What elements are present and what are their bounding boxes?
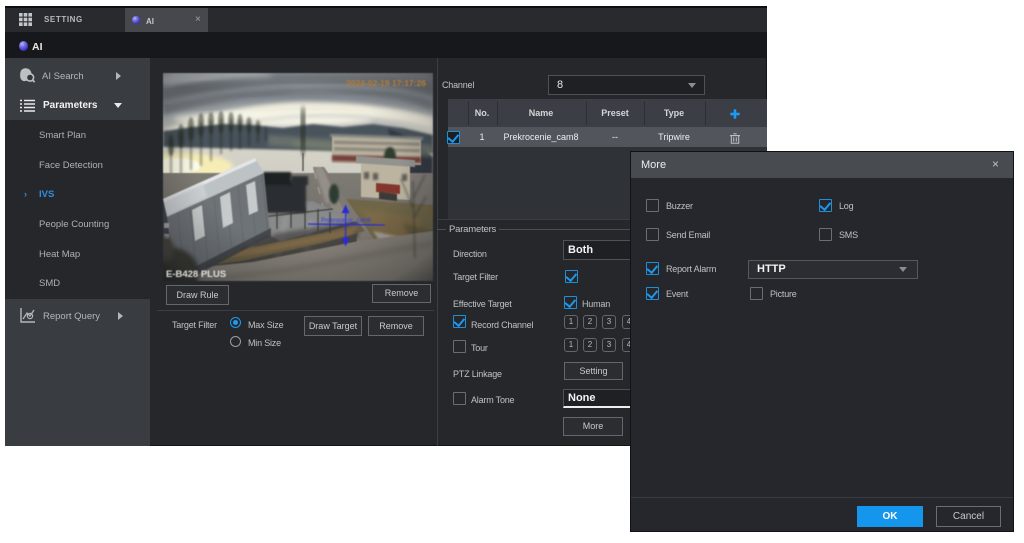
svg-text:Prekrocenie_cam8: Prekrocenie_cam8 [321, 218, 372, 224]
svg-text:2024-02-19 17:17:26: 2024-02-19 17:17:26 [346, 78, 426, 88]
svg-text:E-B428 PLUS: E-B428 PLUS [166, 269, 226, 280]
